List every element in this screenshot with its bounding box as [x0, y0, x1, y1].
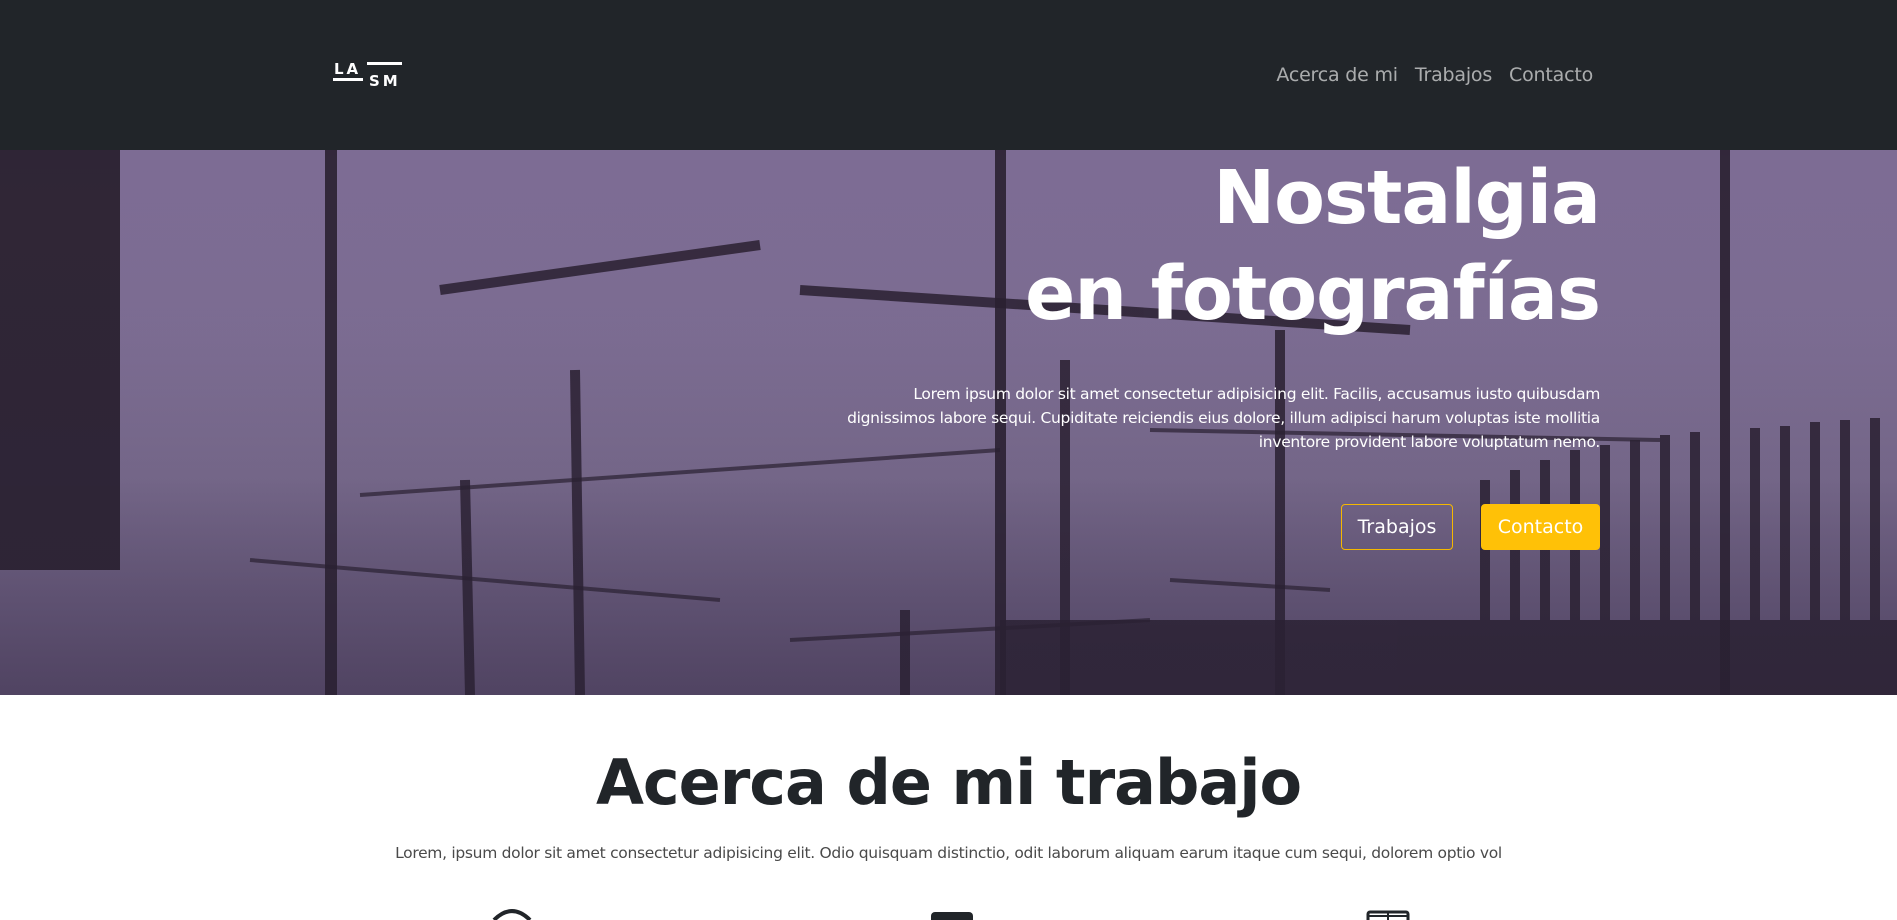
nav-link-contact[interactable]: Contacto [1509, 60, 1593, 90]
laptop-icon [1366, 900, 1410, 920]
about-section: Acerca de mi trabajo Lorem, ipsum dolor … [0, 695, 1897, 920]
svg-text:LA: LA [334, 60, 361, 78]
phone-icon [930, 900, 974, 920]
hero-content: Nostalgia en fotografías Lorem ipsum dol… [840, 150, 1601, 550]
nav-link-works[interactable]: Trabajos [1415, 60, 1492, 90]
hero-description: Lorem ipsum dolor sit amet consectetur a… [847, 385, 1600, 451]
hero-title-line1: Nostalgia [1213, 155, 1601, 241]
logo[interactable]: LA SM [333, 60, 403, 90]
nav-link-about[interactable]: Acerca de mi [1276, 60, 1398, 90]
works-button[interactable]: Trabajos [1341, 504, 1453, 550]
logo-icon: LA SM [333, 60, 402, 90]
hero-section: Nostalgia en fotografías Lorem ipsum dol… [0, 150, 1897, 695]
hero-buttons: Trabajos Contacto [840, 504, 1600, 550]
hero-title-line2: en fotografías [1025, 251, 1601, 337]
contact-button[interactable]: Contacto [1481, 504, 1600, 550]
about-description: Lorem, ipsum dolor sit amet consectetur … [395, 844, 1502, 862]
navbar: LA SM Acerca de mi Trabajos Contacto [0, 0, 1897, 150]
nav-links: Acerca de mi Trabajos Contacto [1276, 60, 1593, 90]
camera-icon [490, 900, 534, 920]
about-title: Acerca de mi trabajo [595, 746, 1302, 819]
hero-title: Nostalgia en fotografías [840, 150, 1601, 342]
svg-text:SM: SM [369, 72, 401, 90]
